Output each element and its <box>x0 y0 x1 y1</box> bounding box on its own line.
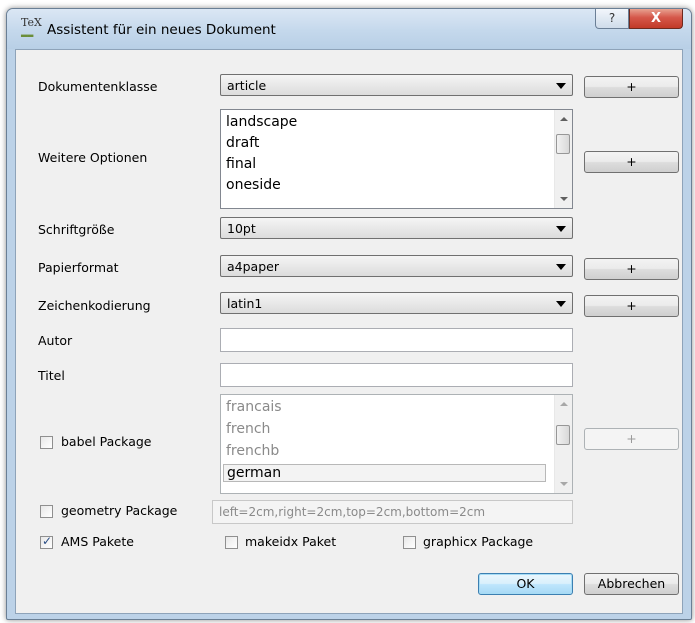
more-options-list[interactable]: landscape draft final oneside <box>220 109 573 209</box>
paper-format-combo[interactable]: a4paper <box>220 255 573 277</box>
scroll-down-arrow-icon[interactable] <box>560 482 568 486</box>
add-option-button[interactable]: + <box>584 151 679 173</box>
title-label: Titel <box>38 368 65 383</box>
check-icon: ✓ <box>42 534 53 548</box>
geometry-checkbox[interactable] <box>40 505 53 518</box>
scroll-down-arrow-icon[interactable] <box>560 197 568 201</box>
babel-checkbox[interactable] <box>40 436 53 449</box>
author-label: Autor <box>38 333 73 348</box>
babel-label: babel Package <box>61 434 152 449</box>
paper-format-value: a4paper <box>227 259 279 274</box>
chevron-down-icon <box>556 83 566 89</box>
dialog-client-area: Dokumentenklasse article + Weitere Optio… <box>15 49 683 614</box>
encoding-combo[interactable]: latin1 <box>220 292 573 314</box>
scroll-thumb[interactable] <box>556 425 570 445</box>
add-babel-language-button[interactable]: + <box>584 428 679 450</box>
scroll-thumb[interactable] <box>556 134 570 154</box>
graphicx-label: graphicx Package <box>423 534 534 549</box>
document-class-value: article <box>227 78 267 93</box>
list-item[interactable]: final <box>226 156 256 172</box>
dialog-window: TeX ▂▂ Assistent für ein neues Dokument … <box>6 8 692 620</box>
window-title: Assistent für ein neues Dokument <box>47 22 276 38</box>
more-options-scrollbar[interactable] <box>554 110 572 208</box>
author-input[interactable] <box>220 328 573 352</box>
add-paper-format-button[interactable]: + <box>584 258 679 280</box>
tex-app-icon: TeX ▂▂ <box>21 17 42 37</box>
scroll-up-arrow-icon[interactable] <box>560 402 568 406</box>
paper-format-label: Papierformat <box>38 260 119 275</box>
document-class-label: Dokumentenklasse <box>38 79 158 94</box>
add-document-class-button[interactable]: + <box>584 76 679 98</box>
list-item[interactable]: landscape <box>226 114 297 130</box>
font-size-combo[interactable]: 10pt <box>220 217 573 239</box>
more-options-label: Weitere Optionen <box>38 150 148 165</box>
help-button[interactable]: ? <box>595 9 629 29</box>
title-bar: TeX ▂▂ Assistent für ein neues Dokument … <box>7 9 691 49</box>
encoding-value: latin1 <box>227 296 263 311</box>
babel-language-list[interactable]: francais french frenchb german <box>220 394 573 494</box>
cancel-button[interactable]: Abbrechen <box>584 573 679 595</box>
add-encoding-button[interactable]: + <box>584 295 679 317</box>
chevron-down-icon <box>556 264 566 270</box>
chevron-down-icon <box>556 226 566 232</box>
babel-scrollbar[interactable] <box>554 395 572 493</box>
font-size-label: Schriftgröße <box>38 222 115 237</box>
list-item[interactable]: draft <box>226 135 259 151</box>
scroll-up-arrow-icon[interactable] <box>560 117 568 121</box>
document-class-combo[interactable]: article <box>220 74 573 96</box>
geometry-input[interactable]: left=2cm,right=2cm,top=2cm,bottom=2cm <box>212 500 573 524</box>
ams-checkbox[interactable]: ✓ <box>40 534 53 549</box>
makeidx-label: makeidx Paket <box>245 534 337 549</box>
graphicx-checkbox[interactable] <box>403 536 416 549</box>
list-item[interactable]: francais <box>226 399 282 415</box>
list-item[interactable]: french <box>226 421 270 437</box>
ams-label: AMS Pakete <box>61 534 134 549</box>
font-size-value: 10pt <box>227 221 256 236</box>
ok-button[interactable]: OK <box>478 573 573 595</box>
makeidx-checkbox[interactable] <box>225 536 238 549</box>
list-item[interactable]: oneside <box>226 177 281 193</box>
list-item[interactable]: frenchb <box>226 443 279 459</box>
geometry-label: geometry Package <box>61 503 178 518</box>
app-icon-underline: ▂▂ <box>21 28 34 37</box>
list-item-selected[interactable]: german <box>223 464 546 482</box>
encoding-label: Zeichenkodierung <box>38 298 151 313</box>
title-input[interactable] <box>220 363 573 387</box>
chevron-down-icon <box>556 301 566 307</box>
close-button[interactable]: X <box>629 9 683 29</box>
geometry-value: left=2cm,right=2cm,top=2cm,bottom=2cm <box>219 505 486 519</box>
